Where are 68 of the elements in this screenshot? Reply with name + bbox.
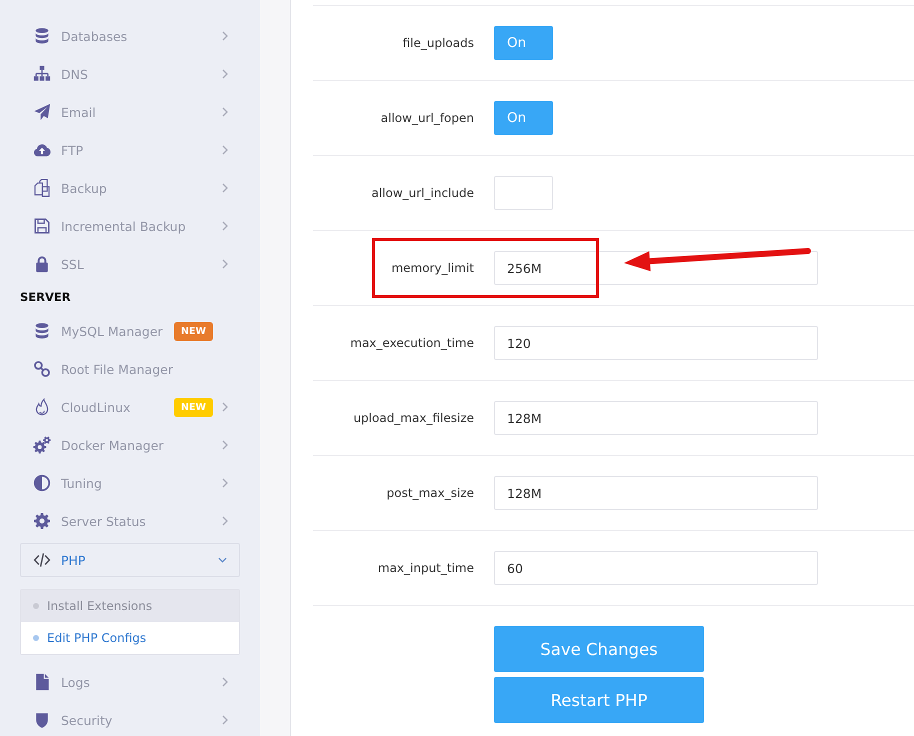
chevron-right-icon	[222, 259, 228, 269]
copy-icon	[33, 179, 51, 197]
flame-icon	[33, 398, 51, 416]
sidebar-item[interactable]: Server Status	[20, 505, 240, 537]
sidebar-item[interactable]: Security	[20, 704, 240, 736]
code-icon	[33, 551, 51, 569]
section-heading: SERVER	[19, 289, 72, 306]
file-icon	[33, 673, 51, 691]
setting-label: allow_url_fopen	[380, 111, 474, 125]
sitemap-icon	[33, 65, 51, 83]
chevron-right-icon	[222, 478, 228, 488]
contrast-icon	[33, 474, 51, 492]
setting-label: max_input_time	[378, 561, 474, 575]
sidebar-item[interactable]: Root File Manager	[20, 353, 240, 385]
bullet-icon	[33, 635, 39, 641]
sidebar-item[interactable]: Databases	[20, 20, 240, 52]
sidebar-item[interactable]: Email	[20, 96, 240, 128]
sidebar-item[interactable]: Tuning	[20, 467, 240, 499]
submenu-item[interactable]: Install Extensions	[21, 590, 239, 622]
gear-icon	[33, 512, 51, 530]
chevron-right-icon	[222, 715, 228, 725]
new-badge: NEW	[174, 398, 213, 416]
database-icon	[33, 27, 51, 45]
sidebar-item[interactable]: DNS	[20, 58, 240, 90]
lock-icon	[33, 255, 51, 273]
sidebar-item[interactable]: CloudLinux NEW	[20, 391, 240, 423]
chevron-right-icon	[222, 145, 228, 155]
text-field[interactable]: 120	[494, 326, 818, 360]
setting-label: post_max_size	[386, 486, 474, 500]
chevron-right-icon	[222, 440, 228, 450]
setting-label: upload_max_filesize	[353, 411, 474, 425]
sidebar-item[interactable]: Docker Manager	[20, 429, 240, 461]
chevron-right-icon	[222, 183, 228, 193]
sidebar-item[interactable]: SSL	[20, 248, 240, 280]
toggle-button[interactable]: On	[494, 26, 553, 60]
bullet-icon	[33, 603, 39, 609]
setting-label: file_uploads	[402, 36, 474, 50]
setting-label: allow_url_include	[371, 186, 474, 200]
text-field[interactable]: 60	[494, 551, 818, 585]
chevron-right-icon	[222, 516, 228, 526]
setting-label: memory_limit	[391, 261, 474, 275]
chevron-right-icon	[222, 107, 228, 117]
sidebar-item[interactable]: FTP	[20, 134, 240, 166]
shield-icon	[33, 711, 51, 729]
chevron-right-icon	[222, 221, 228, 231]
setting-label: max_execution_time	[350, 336, 474, 350]
sidebar-item[interactable]: Logs	[20, 666, 240, 698]
sidebar-item[interactable]: Backup	[20, 172, 240, 204]
sidebar-item[interactable]: Incremental Backup	[20, 210, 240, 242]
submenu-item[interactable]: Edit PHP Configs	[21, 622, 239, 654]
chevron-right-icon	[222, 69, 228, 79]
chevron-right-icon	[222, 402, 228, 412]
toggle-button[interactable]	[494, 176, 553, 210]
text-field[interactable]: 128M	[494, 476, 818, 510]
linked-rings-icon	[33, 360, 51, 378]
restart-button[interactable]: Restart PHP	[494, 677, 704, 723]
chevron-down-icon	[218, 557, 227, 563]
gears-icon	[33, 436, 51, 454]
chevron-right-icon	[222, 677, 228, 687]
text-field[interactable]: 128M	[494, 401, 818, 435]
save-changes-button[interactable]: Save Changes	[494, 626, 704, 672]
database-icon	[33, 322, 51, 340]
chevron-right-icon	[222, 31, 228, 41]
new-badge: NEW	[174, 322, 213, 340]
toggle-button[interactable]: On	[494, 101, 553, 135]
paper-plane-icon	[33, 103, 51, 121]
sidebar-item[interactable]: PHP	[20, 543, 240, 577]
sidebar-item[interactable]: MySQL Manager NEW	[20, 315, 240, 347]
